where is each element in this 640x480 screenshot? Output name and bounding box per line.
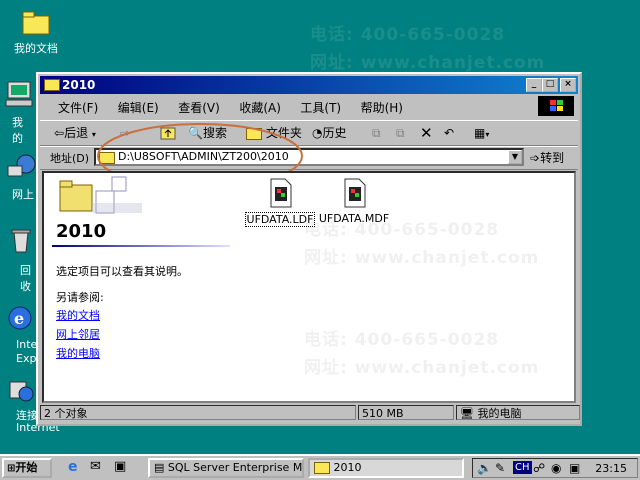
quick-launch: e ✉ ▣ [64,459,140,477]
status-bar: 2 个对象 510 MB 🖥 我的电脑 [40,404,580,422]
status-object-count: 2 个对象 [40,405,356,420]
delete-icon: ✕ [420,124,433,142]
watermark-site: 网址: www.chanjet.com [304,248,540,268]
taskbar: ⊞开始 e ✉ ▣ ▤ SQL Server Enterprise M... 2… [0,454,640,480]
sql-server-icon: ▤ [154,461,165,474]
desktop-icon-my-computer[interactable]: 我的 [0,78,33,145]
menu-file[interactable]: 文件(F) [50,96,106,119]
see-also-label: 另请参阅: [56,291,104,304]
watermark-phone: 电话: 400-665-0028 [304,330,500,350]
computer-icon: 🖥 [460,407,474,420]
internet-explorer-icon[interactable]: e [68,459,78,475]
folder-icon [44,79,60,91]
back-arrow-icon: ⇦ [54,126,65,140]
folder-title: 2010 [56,221,107,242]
explorer-window: 2010 _ □ × 文件(F) 编辑(E) 查看(V) 收藏(A) 工具(T)… [36,72,582,426]
chevron-down-icon: ▼ [511,152,519,161]
delete-button[interactable]: ✕ [420,124,433,142]
watermark-site: 网址: www.chanjet.com [310,53,546,73]
copy-to-button[interactable]: ⧉ [396,124,405,142]
undo-icon: ↶ [444,126,455,140]
content-area: 电话: 400-665-0028 网址: www.chanjet.com 电话:… [42,171,576,403]
input-method-icon[interactable]: ✎ [495,461,505,475]
back-button[interactable]: ⇦后退 ▾ [54,124,96,142]
menu-help[interactable]: 帮助(H) [353,96,411,119]
desktop-icon-recycle-bin[interactable]: 回收 [4,224,36,293]
address-dropdown-button[interactable]: ▼ [508,150,522,164]
menu-edit[interactable]: 编辑(E) [110,96,167,119]
task-sql-server[interactable]: ▤ SQL Server Enterprise M... [148,458,304,478]
svg-text:e: e [14,309,24,328]
start-button[interactable]: ⊞开始 [2,458,52,478]
title-bar[interactable]: 2010 _ □ × [40,76,578,94]
menu-tools[interactable]: 工具(T) [292,96,349,119]
recycle-bin-icon [4,224,36,256]
connect-icon [4,374,36,406]
link-my-computer[interactable]: 我的电脑 [56,345,100,361]
folder-icon [20,6,52,38]
language-indicator[interactable]: CH [513,461,532,474]
views-icon: ▦ [474,126,486,140]
link-my-documents[interactable]: 我的文档 [56,307,100,323]
panel-prompt: 选定项目可以查看其说明。 [56,265,188,278]
status-location: 🖥 我的电脑 [456,405,580,420]
tray-app-icon[interactable]: ▣ [569,461,580,475]
computer-icon [4,78,36,110]
show-desktop-icon[interactable]: ▣ [114,459,126,474]
status-size: 510 MB [358,405,454,420]
history-icon: ◔ [312,126,323,140]
move-to-icon: ⧉ [372,126,381,140]
window-title: 2010 [62,78,96,92]
link-network-places[interactable]: 网上邻居 [56,326,100,342]
sql-service-icon[interactable]: ◉ [551,461,561,475]
outlook-express-icon[interactable]: ✉ [90,459,101,474]
watermark-phone: 电话: 400-665-0028 [310,25,506,45]
desktop-icon-label: 网上 [12,188,34,201]
folder-info-panel: 2010 选定项目可以查看其说明。 另请参阅: 我的文档 网上邻居 我的电脑 [52,175,230,395]
menu-view[interactable]: 查看(V) [170,96,228,119]
desktop-icon-label: 我的 [12,116,23,145]
sql-data-file-icon [270,178,292,208]
file-name: UFDATA.MDF [318,212,390,225]
panel-divider [52,245,230,247]
clock: 23:15 [595,462,627,475]
undo-button[interactable]: ↶ [444,124,454,142]
network-icon [4,150,36,182]
copy-to-icon: ⧉ [396,126,405,140]
desktop-icon-network[interactable]: 网上 [4,150,36,201]
file-item[interactable]: UFDATA.LDF [244,177,316,227]
history-button[interactable]: ◔历史 [312,124,347,142]
menu-bar: 文件(F) 编辑(E) 查看(V) 收藏(A) 工具(T) 帮助(H) [40,96,578,116]
maximize-button[interactable]: □ [542,78,558,92]
desktop-icon-my-documents[interactable]: 我的文档 [6,6,66,56]
desktop-icon-label: 回收 [20,264,31,293]
desktop-icon-label: 我的文档 [14,42,58,55]
minimize-button[interactable]: _ [526,78,542,92]
internet-explorer-icon: e [4,302,36,334]
windows-logo-icon [538,96,574,116]
sql-data-file-icon [344,178,366,208]
move-to-button[interactable]: ⧉ [372,124,381,142]
folder-icon [314,462,330,474]
speaker-icon[interactable]: 🔈 [477,461,492,475]
watermark-site: 网址: www.chanjet.com [304,358,540,378]
address-label: 地址(D) [50,152,90,165]
views-button[interactable]: ▦▾ [474,124,489,142]
go-arrow-icon: ➩ [530,151,541,165]
menu-favorites[interactable]: 收藏(A) [231,96,289,119]
task-explorer-2010[interactable]: 2010 [308,458,464,478]
desktop-icon-internet-explorer[interactable]: e Inte Expl [4,302,40,365]
file-item[interactable]: UFDATA.MDF [316,177,392,225]
chevron-down-icon: ▾ [485,130,490,139]
network-status-icon[interactable]: ☍ [533,461,545,475]
go-button[interactable]: ➩转到 [530,149,564,166]
file-name: UFDATA.LDF [244,212,316,227]
large-folder-icon [59,176,142,214]
close-button[interactable]: × [560,78,576,92]
see-also-links: 我的文档 网上邻居 我的电脑 [56,307,100,364]
system-tray: 🔈 ✎ CH ☍ ◉ ▣ 23:15 [472,458,638,478]
